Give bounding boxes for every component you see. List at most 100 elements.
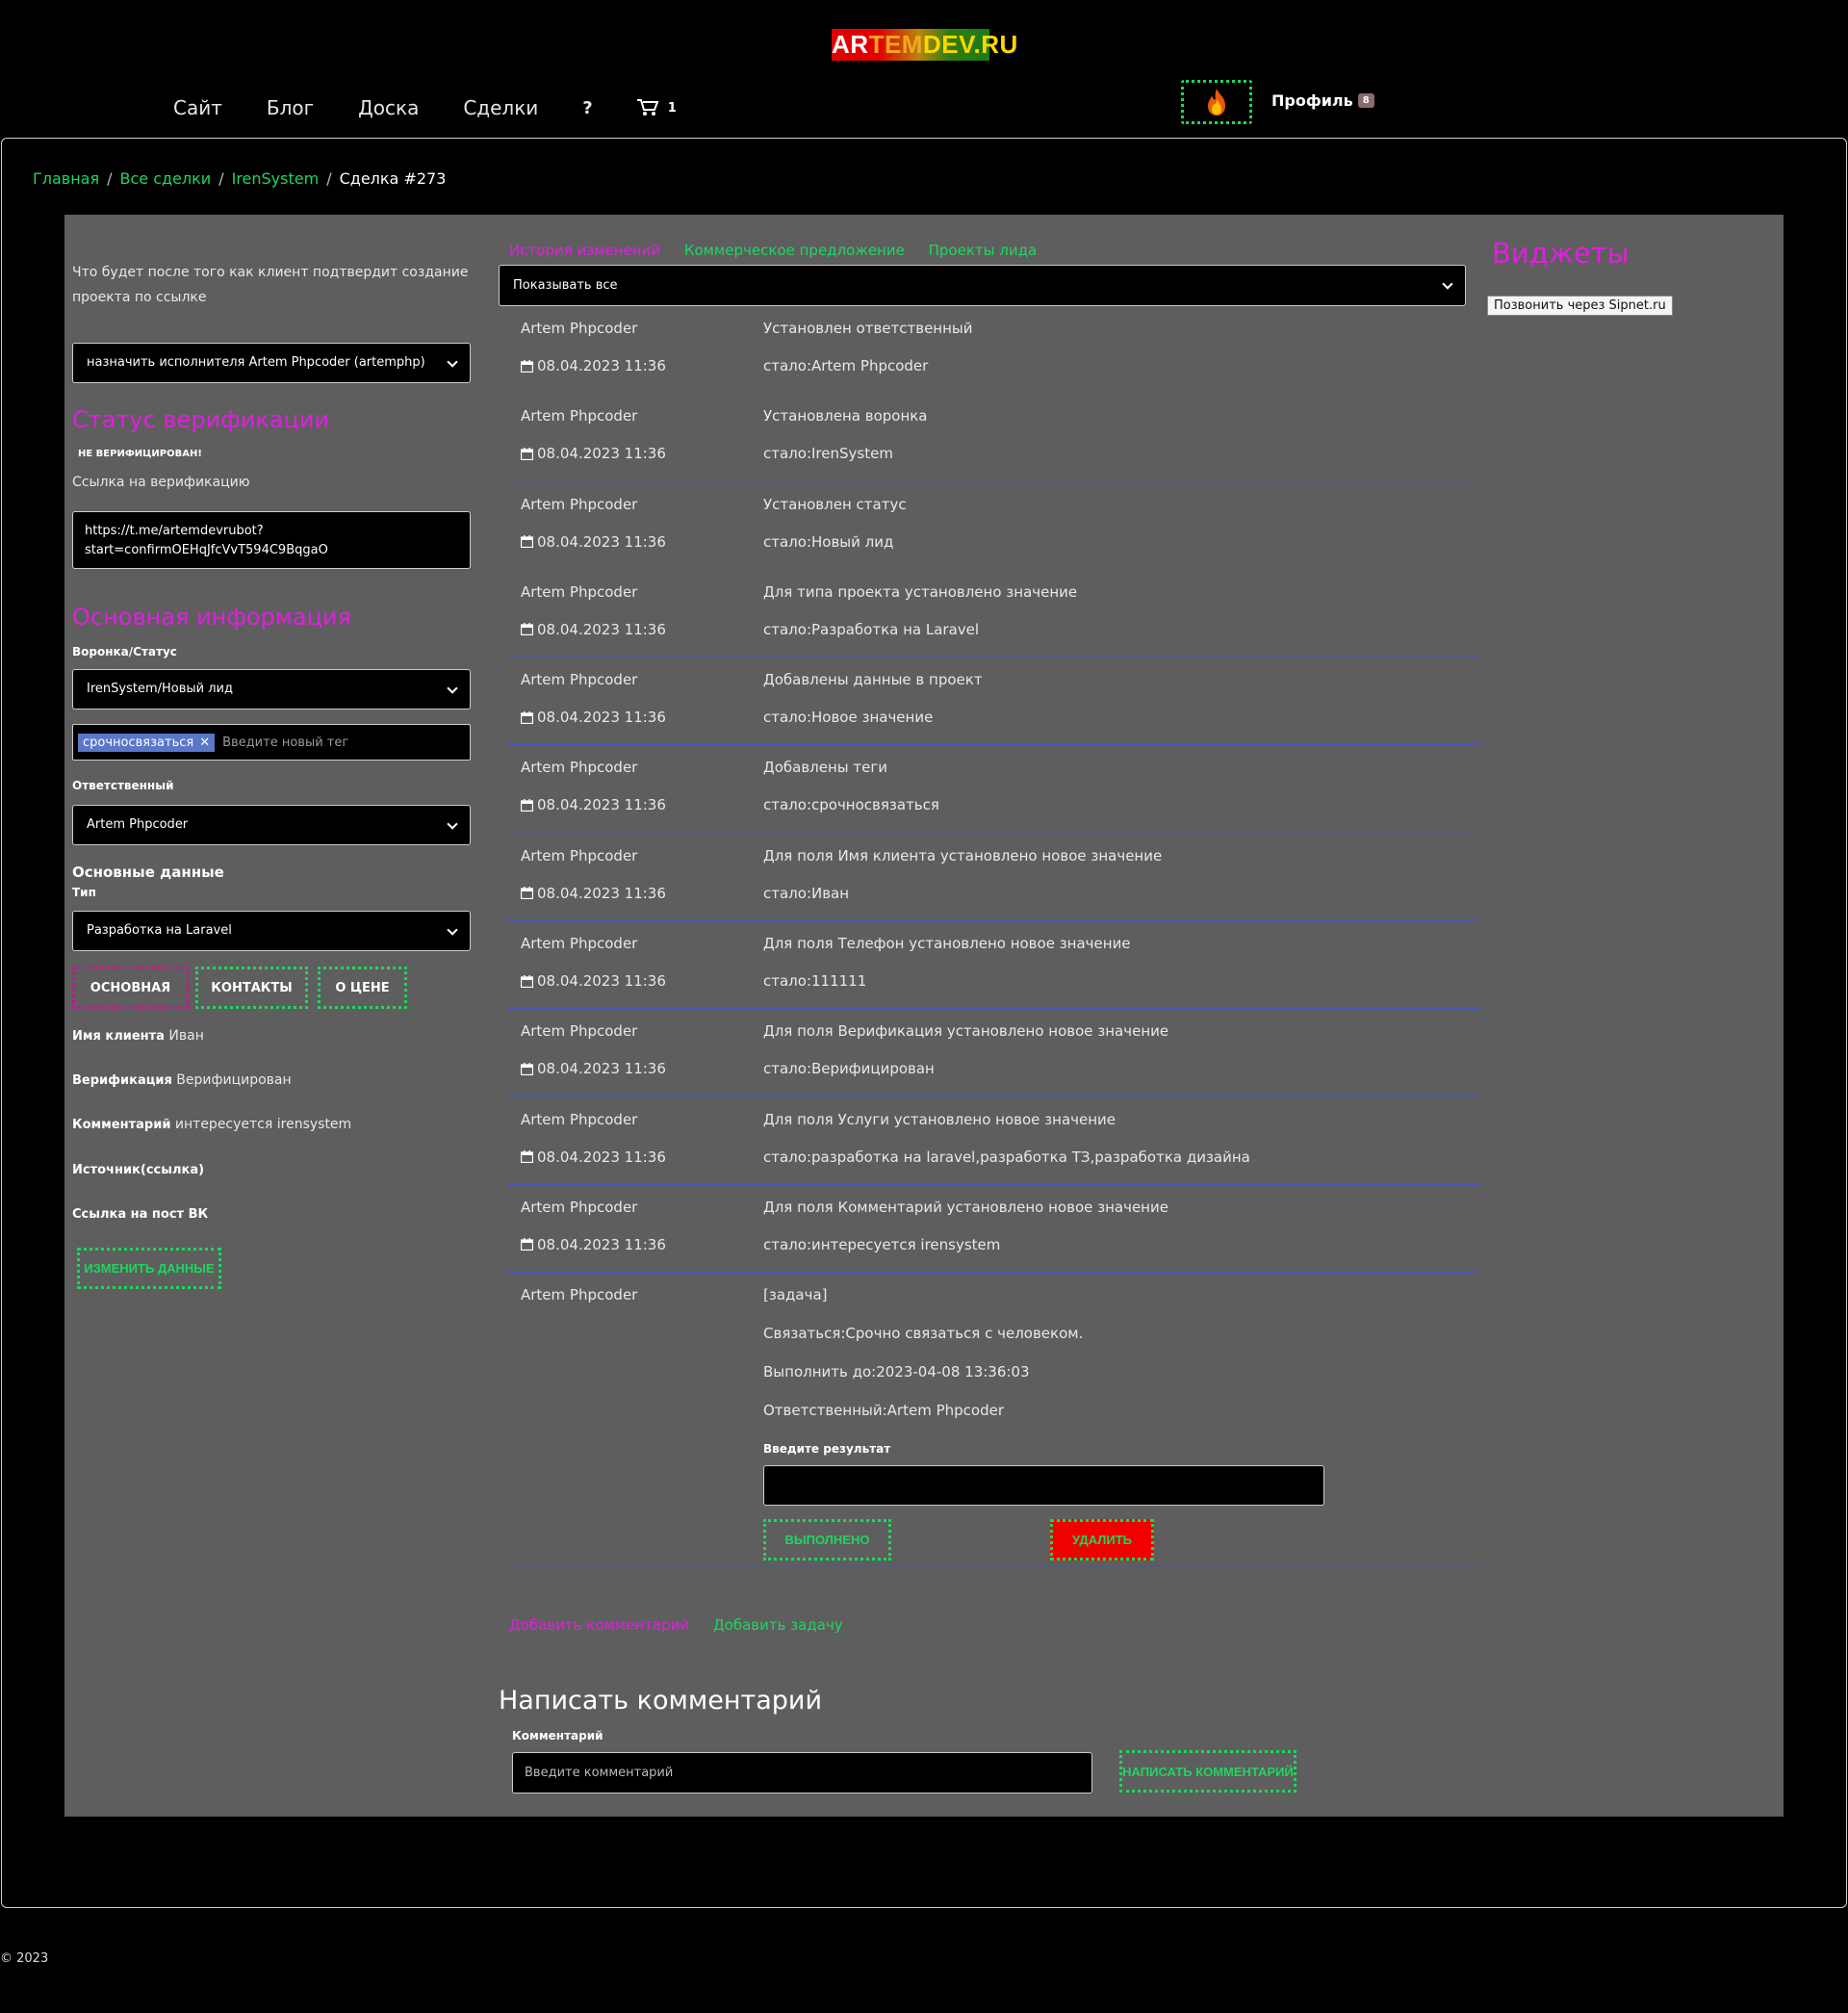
history-row: Artem Phpcoder 08.04.2023 11:36 Добавлены …	[507, 658, 1479, 746]
tags-input[interactable]: срочносвязаться ✕ Введите новый тег	[72, 724, 471, 761]
nav-blog[interactable]: Блог	[267, 96, 314, 119]
history-action: Для типа проекта установлено значение	[763, 582, 1078, 601]
bottom-actions: Добавить комментарий Добавить задачу	[509, 1616, 862, 1634]
responsible-label: Ответственный	[72, 779, 174, 792]
history-row: Artem Phpcoder 08.04.2023 11:36 Добавлены …	[507, 745, 1479, 834]
history-action: Установлен статус	[763, 495, 907, 513]
history-value: стало:Верифицирован	[763, 1060, 935, 1078]
history-list: Artem Phpcoder 08.04.2023 11:36 Установлен…	[507, 306, 1479, 1567]
history-author: Artem Phpcoder	[521, 320, 638, 337]
breadcrumb-all-deals[interactable]: Все сделки	[120, 169, 212, 188]
breadcrumb-funnel[interactable]: IrenSystem	[232, 169, 320, 188]
task-author: Artem Phpcoder	[521, 1286, 638, 1304]
verification-status: НЕ ВЕРИФИЦИРОВАН!	[78, 449, 202, 459]
history-author: Artem Phpcoder	[521, 1198, 638, 1216]
history-action: Для поля Комментарий установлено новое з…	[763, 1198, 1168, 1216]
history-action: Добавлены теги	[763, 759, 888, 777]
history-action: Для поля Имя клиента установлено новое з…	[763, 846, 1163, 865]
task-result-input[interactable]	[763, 1465, 1324, 1507]
fire-button[interactable]	[1181, 80, 1252, 124]
add-comment-link[interactable]: Добавить комментарий	[509, 1616, 689, 1634]
calendar-icon	[521, 447, 533, 460]
tab-contacts[interactable]: КОНТАКТЫ	[195, 967, 308, 1009]
comment-input[interactable]: Введите комментарий	[512, 1752, 1092, 1794]
field-source-link: Источник(ссылка)	[72, 1163, 205, 1177]
history-author: Artem Phpcoder	[521, 582, 638, 601]
task-row: Artem Phpcoder [задача] Связаться:Срочно с…	[507, 1273, 1479, 1567]
site-logo[interactable]: ARTEMDEV.RU	[832, 29, 1017, 61]
responsible-select[interactable]: Artem Phpcoder	[72, 805, 471, 845]
field-comment: Комментарий интересуется irensystem	[72, 1117, 352, 1132]
logo-part-2: TEM	[868, 30, 923, 59]
remove-tag-icon[interactable]: ✕	[199, 736, 210, 750]
tab-price[interactable]: О ЦЕНЕ	[318, 967, 407, 1009]
tab-lead-projects[interactable]: Проекты лида	[929, 242, 1038, 259]
history-value: стало:срочносвязаться	[763, 796, 939, 814]
tab-main[interactable]: ОСНОВНАЯ	[72, 967, 189, 1009]
task-done-button[interactable]: ВЫПОЛНЕНО	[763, 1519, 891, 1561]
history-row: Artem Phpcoder 08.04.2023 11:36 Для типа п…	[507, 570, 1479, 658]
field-client-name: Имя клиента Иван	[72, 1028, 204, 1044]
task-responsible: Ответственный:Artem Phpcoder	[763, 1402, 1004, 1420]
history-value: стало:Новое значение	[763, 709, 934, 727]
history-value: стало:интересуется irensystem	[763, 1235, 1001, 1253]
middle-tabs: История изменений Коммерческое предложен…	[509, 242, 1056, 259]
history-date: 08.04.2023 11:36	[521, 1060, 666, 1077]
type-select[interactable]: Разработка на Laravel	[72, 911, 471, 951]
task-title: [задача]	[763, 1286, 828, 1304]
history-action: Для поля Верификация установлено новое з…	[763, 1022, 1169, 1041]
history-date: 08.04.2023 11:36	[521, 621, 666, 638]
history-row: Artem Phpcoder 08.04.2023 11:36 Для поля У…	[507, 1097, 1479, 1185]
calendar-icon	[521, 535, 533, 549]
top-navigation: Сайт Блог Доска Сделки ? 1	[173, 96, 677, 119]
logo-part-1: AR	[832, 30, 869, 59]
profile-link[interactable]: Профиль 8	[1271, 91, 1374, 110]
history-value: стало:Artem Phpcoder	[763, 357, 929, 374]
history-row: Artem Phpcoder 08.04.2023 11:36 Установлен…	[507, 306, 1479, 395]
calendar-icon	[521, 798, 533, 812]
nav-site[interactable]: Сайт	[173, 96, 222, 119]
send-comment-button[interactable]: НАПИСАТЬ КОММЕНТАРИЙ	[1119, 1750, 1296, 1793]
history-date: 08.04.2023 11:36	[521, 796, 666, 813]
field-vk-post-link: Ссылка на пост ВК	[72, 1207, 209, 1222]
type-label: Тип	[72, 886, 96, 899]
history-value: стало:Новый лид	[763, 532, 894, 551]
breadcrumb-current: Сделка #273	[339, 169, 447, 188]
history-author: Artem Phpcoder	[521, 759, 638, 777]
add-task-link[interactable]: Добавить задачу	[713, 1616, 843, 1634]
history-date: 08.04.2023 11:36	[521, 1148, 666, 1166]
cart-icon	[636, 99, 658, 116]
history-author: Artem Phpcoder	[521, 1110, 638, 1128]
history-value: стало:IrenSystem	[763, 445, 893, 463]
tab-commercial-offer[interactable]: Коммерческое предложение	[684, 242, 905, 259]
verification-title: Статус верификации	[72, 406, 330, 433]
history-row: Artem Phpcoder 08.04.2023 11:36 Установлен…	[507, 394, 1479, 482]
fire-icon	[1208, 89, 1225, 116]
sipnet-call-button[interactable]: Позвонить через Sipnet.ru	[1487, 296, 1673, 316]
edit-data-button[interactable]: ИЗМЕНИТЬ ДАННЫЕ	[77, 1248, 221, 1289]
history-row: Artem Phpcoder 08.04.2023 11:36 Для поля Т…	[507, 921, 1479, 1010]
calendar-icon	[521, 1238, 533, 1252]
tag-label: срочносвязаться	[83, 735, 194, 750]
calendar-icon	[521, 710, 533, 724]
history-date: 08.04.2023 11:36	[521, 885, 666, 902]
verification-link-label: Ссылка на верификацию	[72, 475, 250, 490]
tag-chip: срочносвязаться ✕	[78, 733, 216, 752]
history-value: стало:разработка на laravel,разработка Т…	[763, 1148, 1250, 1166]
new-tag-placeholder[interactable]: Введите новый тег	[222, 736, 348, 750]
history-date: 08.04.2023 11:36	[521, 709, 666, 726]
history-author: Artem Phpcoder	[521, 1022, 638, 1041]
breadcrumb-home[interactable]: Главная	[33, 169, 99, 188]
history-row: Artem Phpcoder 08.04.2023 11:36 Для поля В…	[507, 1009, 1479, 1097]
funnel-status-select[interactable]: IrenSystem/Новый лид	[72, 669, 471, 710]
task-delete-button[interactable]: УДАЛИТЬ	[1050, 1519, 1154, 1561]
history-date: 08.04.2023 11:36	[521, 972, 666, 990]
nav-deals[interactable]: Сделки	[463, 96, 538, 119]
verification-link-field[interactable]: https://t.me/artemdevrubot?start=confirm…	[72, 511, 471, 569]
assign-executor-select[interactable]: назначить исполнителя Artem Phpcoder (ar…	[72, 343, 471, 383]
history-filter-select[interactable]: Показывать все	[499, 265, 1466, 306]
tab-history[interactable]: История изменений	[509, 242, 660, 259]
cart-link[interactable]: 1	[636, 99, 677, 116]
nav-board[interactable]: Доска	[358, 96, 419, 119]
nav-help[interactable]: ?	[582, 98, 592, 118]
